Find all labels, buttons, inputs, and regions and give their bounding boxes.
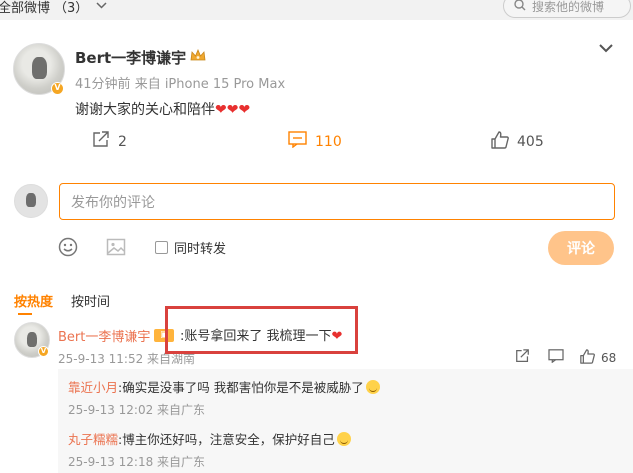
commenter-name-row: Bert一李博谦宇 ▣ — [58, 326, 175, 345]
heart-emoji: ❤❤❤ — [215, 102, 251, 118]
author-name[interactable]: Bert一李博谦宇 — [75, 47, 186, 68]
highlight-annotation-box — [165, 306, 358, 354]
reply-author[interactable]: 靠近小月 — [68, 380, 118, 395]
comment-sort-tabs: 按热度 按时间 — [14, 291, 110, 310]
post-time: 41分钟前 — [75, 77, 131, 92]
submit-comment-button[interactable]: 评论 — [548, 231, 614, 265]
comment-input-placeholder: 发布你的评论 — [71, 194, 155, 211]
comment-like-button[interactable]: 68 — [580, 349, 616, 367]
comment-button[interactable]: 110 — [288, 131, 342, 152]
forward-checkbox[interactable]: 同时转发 — [155, 238, 226, 257]
comment-share-button[interactable] — [515, 349, 530, 366]
verified-badge-icon: V — [51, 82, 64, 95]
crying-emoji-icon — [336, 432, 351, 446]
thumbs-up-icon — [491, 131, 509, 153]
search-placeholder: 搜索他的微博 — [532, 0, 605, 14]
share-icon — [92, 131, 110, 152]
comment-icon — [548, 349, 564, 366]
chevron-down-icon — [96, 1, 107, 12]
more-options-chevron-icon[interactable] — [598, 38, 614, 53]
reply-time: 25-9-13 12:18 来自广东 — [68, 455, 206, 469]
like-button[interactable]: 405 — [491, 131, 544, 153]
search-input[interactable]: 搜索他的微博 — [503, 0, 631, 18]
image-icon[interactable] — [106, 237, 126, 261]
post-meta: 41分钟前 来自 iPhone 15 Pro Max — [75, 73, 285, 92]
share-button[interactable]: 2 — [92, 131, 127, 152]
comment-like-count: 68 — [601, 351, 617, 365]
crown-icon — [190, 48, 206, 66]
post-text-body: 谢谢大家的关心和陪伴 — [75, 102, 215, 118]
post-author[interactable]: Bert一李博谦宇 — [75, 47, 206, 68]
comment-input[interactable]: 发布你的评论 — [59, 183, 615, 220]
reply-text: :博主你还好吗，注意安全，保护好自己 — [118, 432, 335, 447]
forward-label: 同时转发 — [174, 242, 227, 257]
reply-item: 靠近小月:确实是没事了吗 我都害怕你是不是被威胁了 — [68, 377, 380, 396]
active-tab-indicator — [18, 313, 32, 315]
crying-emoji-icon — [365, 380, 380, 394]
reply-time: 25-9-13 12:02 来自广东 — [68, 403, 206, 417]
top-filter-bar: 全部微博 （3） 搜索他的微博 — [0, 0, 633, 20]
filter-count: （3） — [54, 1, 89, 16]
tab-sort-time[interactable]: 按时间 — [71, 291, 110, 310]
post-text: 谢谢大家的关心和陪伴❤❤❤ — [75, 99, 250, 119]
share-count: 2 — [118, 133, 127, 150]
post-source: 来自 iPhone 15 Pro Max — [134, 77, 286, 92]
like-count: 405 — [517, 134, 544, 150]
comment-count: 110 — [315, 133, 342, 150]
commenter-name[interactable]: Bert一李博谦宇 — [58, 326, 150, 345]
emoji-icon[interactable] — [58, 237, 78, 261]
share-icon — [515, 349, 530, 366]
filter-label: 全部微博 — [0, 1, 51, 16]
reply-author[interactable]: 丸子糯糯 — [68, 432, 118, 447]
thumbs-up-icon — [580, 349, 595, 367]
search-icon — [514, 0, 532, 14]
my-avatar — [14, 184, 48, 218]
comment-icon — [288, 131, 307, 152]
reply-item: 丸子糯糯:博主你还好吗，注意安全，保护好自己 — [68, 429, 351, 448]
tab-sort-hot[interactable]: 按热度 — [14, 291, 53, 310]
verified-badge-icon: V — [38, 346, 49, 357]
reply-text: :确实是没事了吗 我都害怕你是不是被威胁了 — [118, 380, 364, 395]
checkbox-box[interactable] — [155, 241, 168, 254]
weibo-filter-dropdown[interactable]: 全部微博 （3） — [0, 0, 107, 16]
reply-list: 靠近小月:确实是没事了吗 我都害怕你是不是被威胁了 25-9-13 12:02 … — [58, 369, 633, 473]
comment-reply-button[interactable] — [548, 349, 564, 366]
